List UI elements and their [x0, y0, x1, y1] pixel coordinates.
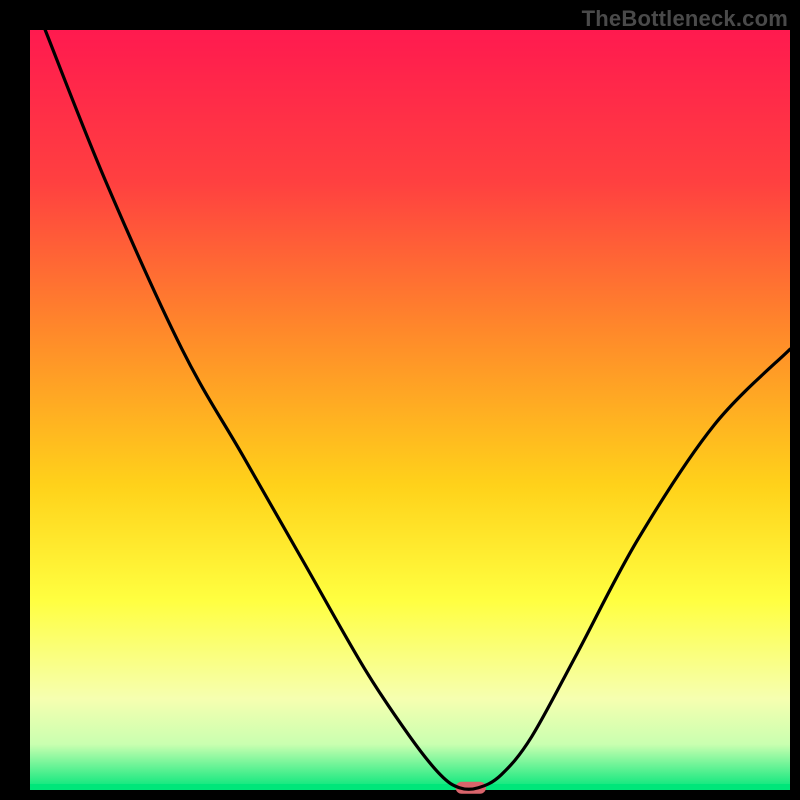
watermark-text: TheBottleneck.com: [582, 6, 788, 32]
chart-frame: TheBottleneck.com: [0, 0, 800, 800]
plot-background: [30, 30, 790, 790]
bottleneck-chart: [0, 0, 800, 800]
baseline-band: [30, 784, 790, 790]
